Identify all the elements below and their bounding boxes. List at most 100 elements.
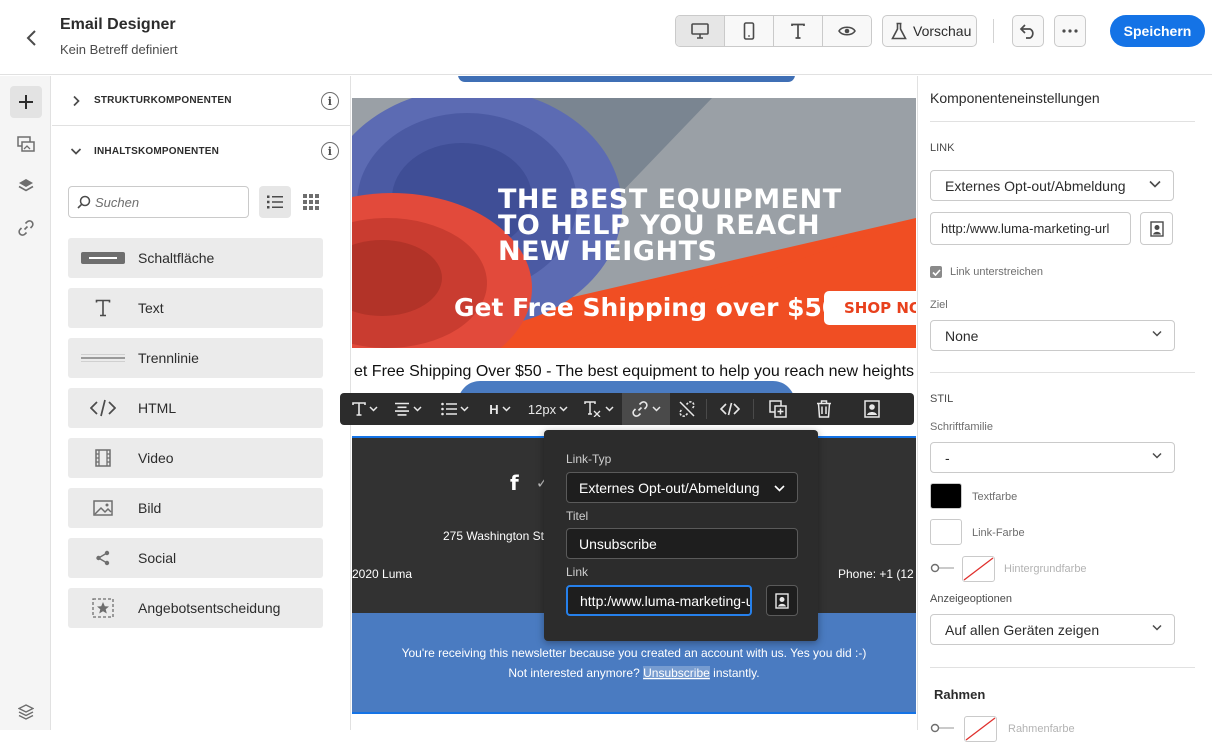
component-item-label: Video	[138, 450, 174, 466]
layers-rail-button[interactable]	[10, 170, 42, 202]
hero-shipping-text: Get Free Shipping over $50	[454, 293, 840, 322]
clear-format-dropdown[interactable]	[576, 393, 622, 425]
insert-link-dropdown[interactable]	[622, 393, 670, 425]
personalization-button[interactable]	[848, 393, 896, 425]
source-code-button[interactable]	[709, 393, 751, 425]
list-dropdown[interactable]	[430, 393, 480, 425]
desktop-view-button[interactable]	[676, 16, 725, 46]
newsletter-notice: You're receiving this newsletter because…	[401, 646, 867, 660]
hero-caption-text[interactable]: et Free Shipping Over $50 - The best equ…	[354, 363, 914, 381]
shop-now-button[interactable]: SHOP NOW	[824, 291, 916, 325]
component-item-social[interactable]: Social	[68, 538, 323, 578]
text-view-button[interactable]	[774, 16, 823, 46]
personalize-link-button[interactable]	[766, 585, 798, 616]
search-icon	[77, 195, 91, 209]
structure-components-section[interactable]: STRUKTURKOMPONENTEN i	[52, 76, 351, 126]
heading-label: H	[489, 401, 499, 417]
link-type-value: Externes Opt-out/Abmeldung	[579, 479, 760, 496]
info-icon[interactable]: i	[321, 92, 339, 110]
more-options-button[interactable]	[1054, 15, 1086, 47]
history-rail-button[interactable]	[10, 696, 42, 728]
visibility-view-button[interactable]	[823, 16, 871, 46]
link-url-input[interactable]	[941, 221, 1126, 236]
assets-icon	[17, 136, 35, 152]
link-url-field[interactable]	[930, 212, 1131, 245]
email-subject-subtitle: Kein Betreff definiert	[60, 42, 178, 57]
settings-title: Komponenteneinstellungen	[930, 90, 1100, 106]
component-item-text[interactable]: Text	[68, 288, 323, 328]
link-title-field[interactable]: Unsubscribe	[566, 528, 798, 559]
component-item-html[interactable]: HTML	[68, 388, 323, 428]
alignment-dropdown[interactable]	[386, 393, 430, 425]
component-search-input[interactable]	[95, 194, 235, 210]
undo-icon	[1019, 24, 1034, 39]
add-components-rail-button[interactable]	[10, 86, 42, 118]
back-arrow-icon[interactable]	[18, 26, 46, 50]
content-components-section[interactable]: INHALTSKOMPONENTEN i	[52, 126, 351, 176]
heading-dropdown[interactable]: H	[480, 393, 520, 425]
eye-icon	[838, 26, 856, 36]
grid-view-button[interactable]	[295, 186, 327, 218]
undo-button[interactable]	[1012, 15, 1044, 47]
link-type-select[interactable]: Externes Opt-out/Abmeldung	[930, 170, 1174, 201]
not-interested-text: Not interested anymore?	[508, 666, 640, 680]
chevron-down-icon	[413, 406, 422, 412]
text-color-label: Textfarbe	[972, 491, 1018, 503]
video-icon	[95, 449, 111, 467]
assets-rail-button[interactable]	[10, 128, 42, 160]
target-select[interactable]: None	[930, 320, 1175, 351]
target-label: Ziel	[930, 299, 948, 311]
text-color-swatch[interactable]	[930, 483, 962, 509]
info-icon[interactable]: i	[321, 142, 339, 160]
duplicate-button[interactable]	[756, 393, 800, 425]
link-url-field[interactable]	[566, 585, 752, 616]
component-item-divider[interactable]: Trennlinie	[68, 338, 323, 378]
links-rail-button[interactable]	[10, 212, 42, 244]
unlink-button[interactable]	[670, 393, 704, 425]
link-type-label: Link-Typ	[566, 452, 612, 466]
delete-button[interactable]	[800, 393, 848, 425]
component-search-field[interactable]	[68, 186, 249, 218]
link-type-select[interactable]: Externes Opt-out/Abmeldung	[566, 472, 798, 503]
border-color-toggle[interactable]	[930, 723, 954, 733]
preview-button[interactable]: Vorschau	[882, 15, 977, 47]
footer-phone: Phone: +1 (12	[838, 567, 914, 581]
font-family-select[interactable]: -	[930, 442, 1175, 473]
link-url-input[interactable]	[580, 592, 750, 609]
background-color-toggle[interactable]	[930, 563, 954, 573]
chevron-down-icon	[1149, 180, 1161, 188]
display-options-select[interactable]: Auf allen Geräten zeigen	[930, 614, 1175, 645]
save-button[interactable]: Speichern	[1110, 15, 1205, 47]
component-item-label: Social	[138, 550, 177, 566]
underline-link-checkbox[interactable]	[930, 266, 942, 278]
personalize-link-button[interactable]	[1140, 212, 1173, 245]
flask-icon	[891, 22, 907, 40]
link-color-swatch[interactable]	[930, 519, 962, 545]
border-color-swatch[interactable]	[964, 716, 997, 742]
toolbar-divider	[753, 399, 754, 419]
link-popover: Link-Typ Externes Opt-out/Abmeldung Tite…	[544, 430, 818, 641]
instantly-text: instantly.	[713, 666, 760, 680]
font-size-dropdown[interactable]: 12px	[520, 393, 576, 425]
email-cta-button-top[interactable]	[458, 76, 795, 82]
text-format-toolbar: H 12px	[340, 393, 914, 425]
list-view-button[interactable]	[259, 186, 291, 218]
grid-icon	[303, 194, 319, 210]
text-style-dropdown[interactable]	[344, 393, 386, 425]
background-color-label: Hintergrundfarbe	[1004, 563, 1087, 575]
chevron-down-icon	[70, 148, 82, 155]
mobile-view-button[interactable]	[725, 16, 774, 46]
unsubscribe-link[interactable]: Unsubscribe	[643, 666, 710, 680]
component-item-image[interactable]: Bild	[68, 488, 323, 528]
component-settings-panel: Komponenteneinstellungen LINK Externes O…	[917, 76, 1212, 742]
component-item-video[interactable]: Video	[68, 438, 323, 478]
hero-banner-image[interactable]: THE BEST EQUIPMENT TO HELP YOU REACH NEW…	[352, 98, 916, 348]
background-color-swatch[interactable]	[962, 556, 995, 582]
component-item-offer-decision[interactable]: Angebotsentscheidung	[68, 588, 323, 628]
facebook-icon[interactable]: f	[510, 471, 519, 495]
chevron-down-icon	[605, 406, 614, 412]
footer-address: 275 Washington St	[443, 529, 544, 543]
link-color-label: Link-Farbe	[972, 527, 1025, 539]
component-item-button[interactable]: Schaltfläche	[68, 238, 323, 278]
no-color-icon	[965, 717, 996, 741]
